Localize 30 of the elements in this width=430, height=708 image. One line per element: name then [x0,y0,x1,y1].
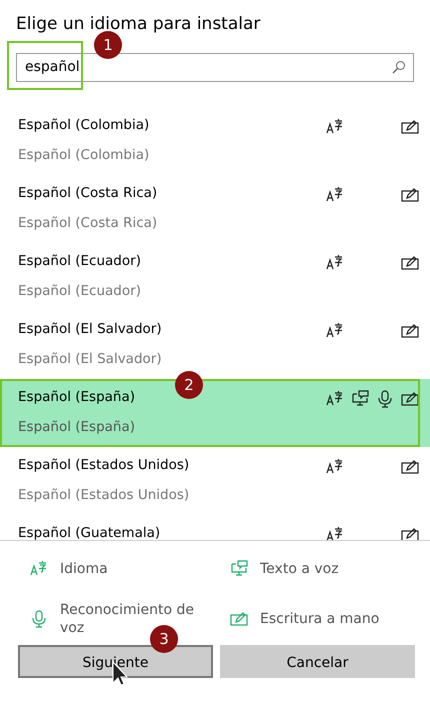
language-native-name: Español (Ecuador) [18,282,142,302]
language-name: Español (Costa Rica) [18,184,158,203]
legend-label: Escritura a mano [260,610,380,629]
language-row[interactable]: Español (Ecuador) Español (Ecuador) [0,243,430,311]
language-native-name: Español (España) [18,418,136,438]
legend-label: Texto a voz [260,560,339,579]
language-row[interactable]: Español (Guatemala) [0,515,430,540]
step-marker: 1 [94,31,122,59]
search-icon[interactable] [392,60,406,74]
language-name: Español (Ecuador) [18,252,142,271]
language-native-name: Español (Estados Unidos) [18,486,190,506]
next-button[interactable]: Siguiente [18,645,213,678]
language-row[interactable]: Español (Costa Rica) Español (Costa Rica) [0,175,430,243]
language-row[interactable]: Español (Estados Unidos) Español (Estados Unidos) [0,447,430,515]
language-row[interactable]: Español (Colombia) Español (Colombia) [0,107,430,175]
legend-label: Idioma [60,560,108,579]
language-name: Español (Estados Unidos) [18,456,190,475]
cancel-button[interactable]: Cancelar [220,645,415,678]
language-native-name: Español (Costa Rica) [18,214,158,234]
language-name: Español (Colombia) [18,116,150,135]
language-native-name: Español (Colombia) [18,146,150,166]
language-native-name: Español (El Salvador) [18,350,163,370]
handwriting-icon [230,610,248,628]
monitor-speech-icon [230,560,248,578]
language-name: Español (El Salvador) [18,320,163,339]
language-name: Español (España) [18,388,136,407]
microphone-icon [30,610,48,628]
search-field[interactable]: español [16,53,414,82]
step-marker: 2 [175,371,203,399]
language-name: Español (Guatemala) [18,524,162,540]
